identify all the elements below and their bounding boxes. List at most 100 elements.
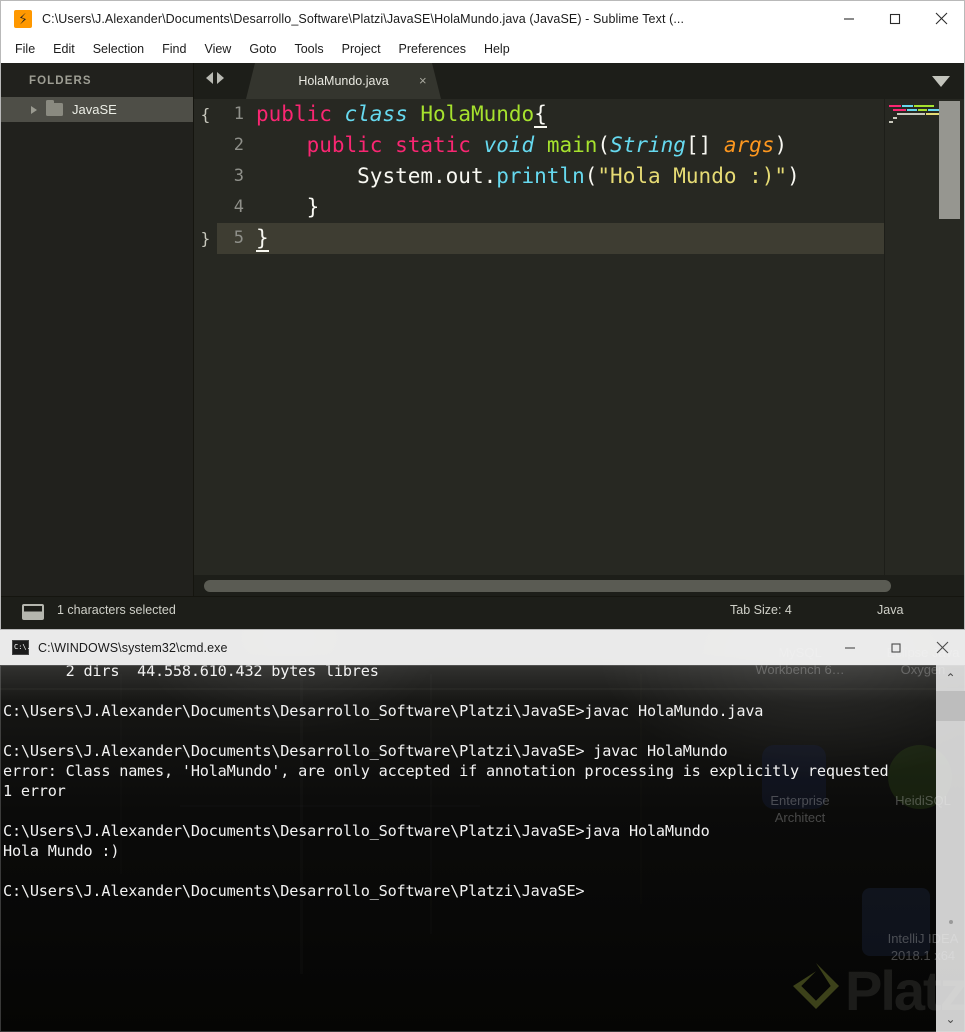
fold-marker-4 bbox=[194, 192, 217, 223]
cmd-window-controls bbox=[827, 630, 965, 665]
code-token: [] bbox=[685, 133, 724, 157]
fold-marker-1[interactable]: { bbox=[194, 99, 217, 130]
menu-view[interactable]: View bbox=[195, 40, 240, 59]
code-line: public static void main(String[] args) bbox=[256, 130, 884, 161]
status-tab-size[interactable]: Tab Size: 4 bbox=[730, 603, 792, 617]
sublime-menubar: File Edit Selection Find View Goto Tools… bbox=[1, 36, 964, 63]
cmd-close-icon[interactable] bbox=[919, 630, 965, 665]
scroll-down-icon[interactable]: ⌄ bbox=[936, 1006, 965, 1032]
menu-selection[interactable]: Selection bbox=[84, 40, 153, 59]
sublime-window-title: C:\Users\J.Alexander\Documents\Desarroll… bbox=[42, 11, 685, 26]
code-token: void bbox=[483, 133, 535, 157]
line-number: 4 bbox=[233, 197, 244, 217]
menu-goto[interactable]: Goto bbox=[240, 40, 285, 59]
chevron-right-icon[interactable] bbox=[31, 105, 37, 114]
console-line: C:\Users\J.Alexander\Documents\Desarroll… bbox=[3, 742, 728, 760]
status-selection: 1 characters selected bbox=[57, 603, 176, 617]
sublime-body: FOLDERS JavaSE HolaMundo.java × {} 1 2 … bbox=[1, 63, 964, 629]
minimap-scrollbar[interactable] bbox=[939, 101, 960, 219]
status-bar: 1 characters selected Tab Size: 4 Java bbox=[1, 596, 964, 629]
code-token: { bbox=[534, 102, 547, 128]
console-line: Hola Mundo :) bbox=[3, 842, 120, 860]
line-number: 5 bbox=[233, 228, 244, 248]
code-token: ( bbox=[597, 133, 611, 157]
console-line: C:\Users\J.Alexander\Documents\Desarroll… bbox=[3, 882, 585, 900]
cmd-scrollbar-grip bbox=[949, 920, 953, 924]
fold-gutter[interactable]: { } bbox=[194, 99, 217, 597]
menu-edit[interactable]: Edit bbox=[44, 40, 84, 59]
arrow-left-icon[interactable] bbox=[206, 72, 213, 84]
code-token: ( bbox=[584, 164, 598, 188]
menu-preferences[interactable]: Preferences bbox=[390, 40, 475, 59]
status-language[interactable]: Java bbox=[877, 603, 903, 617]
menu-tools[interactable]: Tools bbox=[285, 40, 332, 59]
close-icon[interactable] bbox=[918, 1, 964, 36]
code-text[interactable]: public class HolaMundo{ public static vo… bbox=[256, 99, 884, 597]
console-line: C:\Users\J.Alexander\Documents\Desarroll… bbox=[3, 822, 710, 840]
console-line: 1 error bbox=[3, 782, 66, 800]
desktop-screen: C:\Users\J.Alexander\Documents\Desarroll… bbox=[0, 0, 965, 1032]
code-token: String bbox=[610, 133, 686, 157]
fold-marker-3 bbox=[194, 161, 217, 192]
code-token: } bbox=[256, 226, 269, 252]
code-token: public bbox=[306, 133, 383, 157]
tab-holamundo-java[interactable]: HolaMundo.java bbox=[246, 63, 441, 99]
arrow-right-icon[interactable] bbox=[217, 72, 224, 84]
cmd-maximize-icon[interactable] bbox=[873, 630, 919, 665]
editor-hscrollbar-thumb[interactable] bbox=[204, 580, 891, 592]
line-number: 1 bbox=[233, 104, 244, 124]
code-token: main bbox=[546, 133, 598, 157]
sidebar-item-javase[interactable]: JavaSE bbox=[1, 97, 193, 122]
maximize-icon[interactable] bbox=[872, 1, 918, 36]
line-number: 3 bbox=[233, 166, 244, 186]
code-line: public class HolaMundo{ bbox=[256, 99, 884, 130]
line-number: 2 bbox=[233, 135, 244, 155]
fold-marker-5[interactable]: } bbox=[194, 223, 217, 254]
minimize-icon[interactable] bbox=[826, 1, 872, 36]
minimap[interactable] bbox=[884, 99, 964, 597]
menu-find[interactable]: Find bbox=[153, 40, 195, 59]
code-line: System.out.println("Hola Mundo :)") bbox=[256, 161, 884, 192]
menu-help[interactable]: Help bbox=[475, 40, 519, 59]
menu-project[interactable]: Project bbox=[333, 40, 390, 59]
sublime-text-window: C:\Users\J.Alexander\Documents\Desarroll… bbox=[0, 0, 965, 630]
cmd-scrollbar-thumb[interactable] bbox=[936, 691, 965, 721]
code-line: } bbox=[256, 192, 884, 223]
code-token: "Hola Mundo :)" bbox=[597, 164, 788, 188]
sublime-window-controls bbox=[826, 1, 964, 36]
cmd-scrollbar[interactable]: ⌃ ⌄ bbox=[936, 665, 965, 1032]
code-editor[interactable]: { } 1 2 3 4 5 public class HolaMundo{ pu… bbox=[194, 99, 964, 597]
tab-close-icon[interactable]: × bbox=[419, 74, 427, 87]
console-toggle-icon[interactable] bbox=[22, 604, 44, 620]
console-line: C:\Users\J.Alexander\Documents\Desarroll… bbox=[3, 702, 764, 720]
code-token: ) bbox=[774, 133, 788, 157]
console-line: error: Class names, 'HolaMundo', are onl… bbox=[3, 762, 889, 780]
code-token: class bbox=[344, 102, 408, 126]
chevron-down-icon[interactable] bbox=[932, 76, 950, 87]
sublime-logo-icon bbox=[14, 9, 32, 28]
code-token: } bbox=[306, 195, 320, 219]
tab-label: HolaMundo.java bbox=[298, 74, 389, 88]
menu-file[interactable]: File bbox=[12, 40, 44, 59]
sidebar: FOLDERS JavaSE bbox=[1, 63, 194, 597]
code-token: HolaMundo bbox=[420, 102, 535, 126]
cmd-titlebar: C:\WINDOWS\system32\cmd.exe bbox=[0, 630, 965, 665]
code-token: public bbox=[256, 102, 332, 126]
code-token: println bbox=[496, 164, 585, 188]
code-token: .out. bbox=[433, 164, 497, 188]
code-token: static bbox=[395, 133, 471, 157]
editor-hscrollbar-track[interactable] bbox=[194, 575, 964, 597]
scroll-up-icon[interactable]: ⌃ bbox=[936, 665, 965, 691]
sidebar-item-label: JavaSE bbox=[72, 102, 117, 117]
cmd-app-icon bbox=[12, 640, 31, 655]
fold-marker-2 bbox=[194, 130, 217, 161]
cmd-minimize-icon[interactable] bbox=[827, 630, 873, 665]
sublime-titlebar: C:\Users\J.Alexander\Documents\Desarroll… bbox=[1, 1, 964, 36]
code-line: } bbox=[256, 223, 884, 254]
cmd-console-output[interactable]: 2 dirs 44.558.610.432 bytes libres C:\Us… bbox=[0, 665, 965, 1032]
